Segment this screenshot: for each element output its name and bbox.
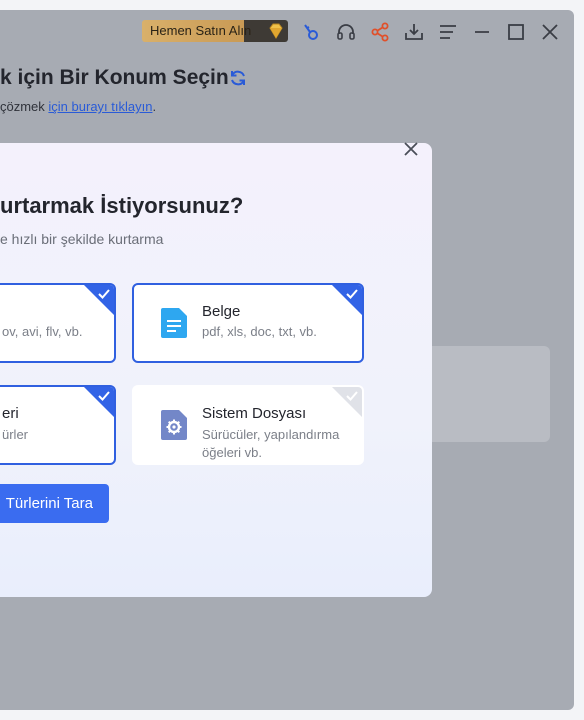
file-type-card-other[interactable]: eri ürler [0,385,116,465]
card-title: eri [2,405,19,422]
key-icon[interactable] [301,22,321,42]
title-bar: Hemen Satın Alın [0,10,574,54]
checkmark-icon [98,289,110,299]
card-title: Belge [202,303,241,320]
system-file-icon [161,410,187,440]
help-text-prefix: çözmek [0,99,49,114]
help-text-suffix: . [152,99,157,114]
card-desc: ürler [2,427,29,442]
card-title: Sistem Dosyası [202,405,307,422]
refresh-icon[interactable] [228,68,248,88]
file-type-card-document[interactable]: Belge pdf, xls, doc, txt, vb. [132,283,364,363]
diamond-icon [267,22,285,40]
card-desc: ov, avi, flv, vb. [2,324,83,339]
close-icon[interactable] [540,22,560,42]
card-desc-line1: Sürücüler, yapılandırma [202,427,340,442]
help-text: çözmek için burayı tıklayın. [0,99,156,114]
share-icon[interactable] [370,22,390,42]
checkmark-icon [346,289,358,299]
headset-icon[interactable] [336,22,356,42]
minimize-icon[interactable] [472,22,492,42]
download-icon[interactable] [404,22,424,42]
help-link[interactable]: için burayı tıklayın [48,99,152,114]
scan-button-label: Türlerini Tara [5,495,93,512]
page-title: k için Bir Konum Seçin [0,66,229,89]
background-panel [420,346,550,442]
checkmark-icon [346,391,358,401]
checkmark-icon [98,391,110,401]
card-desc-line2: öğeleri vb. [202,445,262,460]
card-desc: pdf, xls, doc, txt, vb. [202,324,317,339]
dialog-subtitle: e hızlı bir şekilde kurtarma [0,231,164,247]
buy-now-button[interactable]: Hemen Satın Alın [142,20,288,42]
buy-now-label: Hemen Satın Alın [150,23,252,38]
document-icon [161,308,187,338]
dialog-close-icon[interactable] [401,139,421,159]
menu-icon[interactable] [438,22,458,42]
maximize-icon[interactable] [506,22,526,42]
dialog-title: urtarmak İstiyorsunuz? [0,193,244,218]
scan-file-types-button[interactable]: Türlerini Tara [0,484,109,523]
file-type-card-system[interactable]: Sistem Dosyası Sürücüler, yapılandırma ö… [132,385,364,465]
file-type-card-video[interactable]: ov, avi, flv, vb. [0,283,116,363]
